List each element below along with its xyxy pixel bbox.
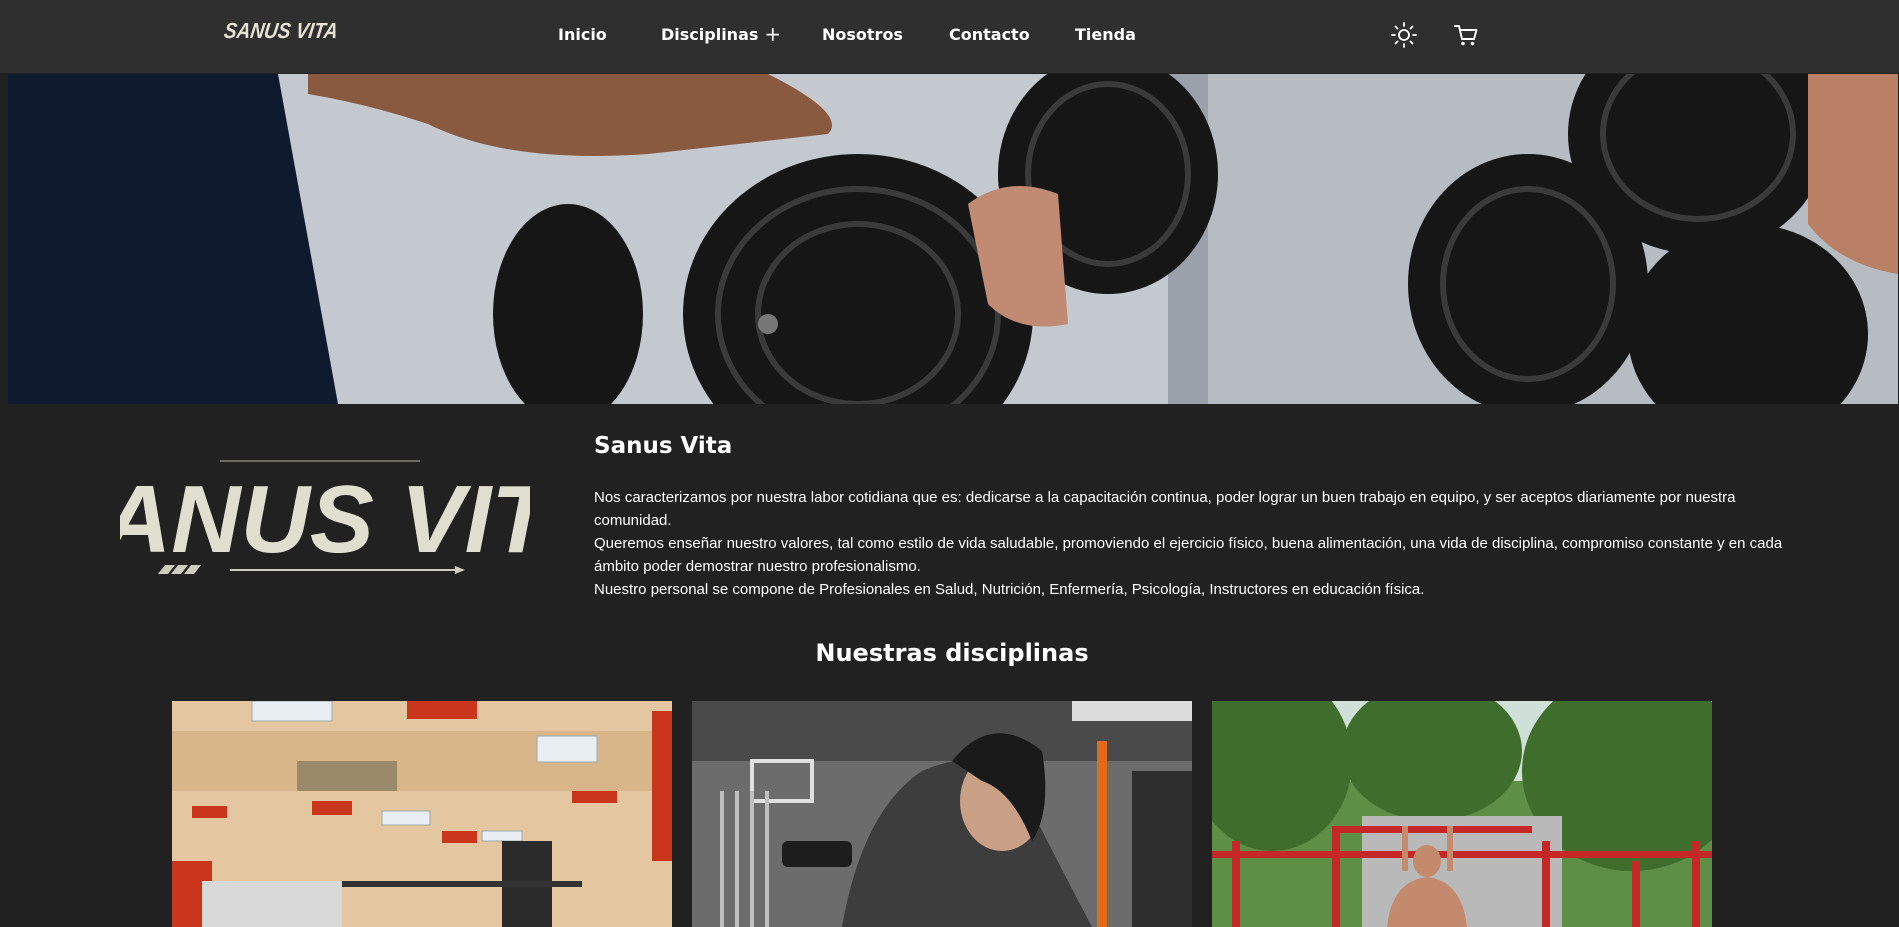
navbar: SANUS VITA Inicio Disciplinas + Nosotros … (0, 0, 1899, 73)
discipline-card[interactable] (1212, 701, 1712, 927)
about-title: Sanus Vita (594, 433, 733, 459)
nav-link-tienda[interactable]: Tienda (1075, 25, 1136, 44)
about-paragraph: Nuestro personal se compone de Profesion… (594, 581, 1425, 598)
about-description: Nos caracterizamos por nuestra labor cot… (594, 486, 1816, 601)
about-paragraph: Queremos enseñar nuestro valores, tal co… (594, 535, 1783, 575)
hero-banner (8, 74, 1898, 404)
discipline-card[interactable] (692, 701, 1192, 927)
nav-link-nosotros[interactable]: Nosotros (822, 25, 903, 44)
woman-dumbbell-row-image (692, 701, 1192, 927)
sun-icon (1391, 22, 1417, 48)
theme-toggle-button[interactable] (1389, 20, 1419, 50)
hero-image (8, 74, 1898, 404)
nav-link-contacto[interactable]: Contacto (949, 25, 1030, 44)
outdoor-pullup-bars-image (1212, 701, 1712, 927)
brand-logo[interactable]: SANUS VITA (222, 19, 339, 44)
cart-button[interactable] (1451, 20, 1481, 50)
nav-link-disciplinas-label: Disciplinas (661, 25, 759, 44)
plus-icon: + (764, 22, 782, 46)
gym-interior-image (172, 701, 672, 927)
cart-icon (1454, 25, 1478, 46)
sanus-vita-logo: SANUS VITA (120, 460, 530, 574)
about-paragraph: Nos caracterizamos por nuestra labor cot… (594, 489, 1736, 529)
nav-link-inicio[interactable]: Inicio (558, 25, 607, 44)
logo-text: SANUS VITA (120, 466, 530, 573)
disciplines-title: Nuestras disciplinas (815, 639, 1089, 667)
nav-link-disciplinas[interactable]: Disciplinas + (661, 22, 782, 46)
discipline-card[interactable] (172, 701, 672, 927)
